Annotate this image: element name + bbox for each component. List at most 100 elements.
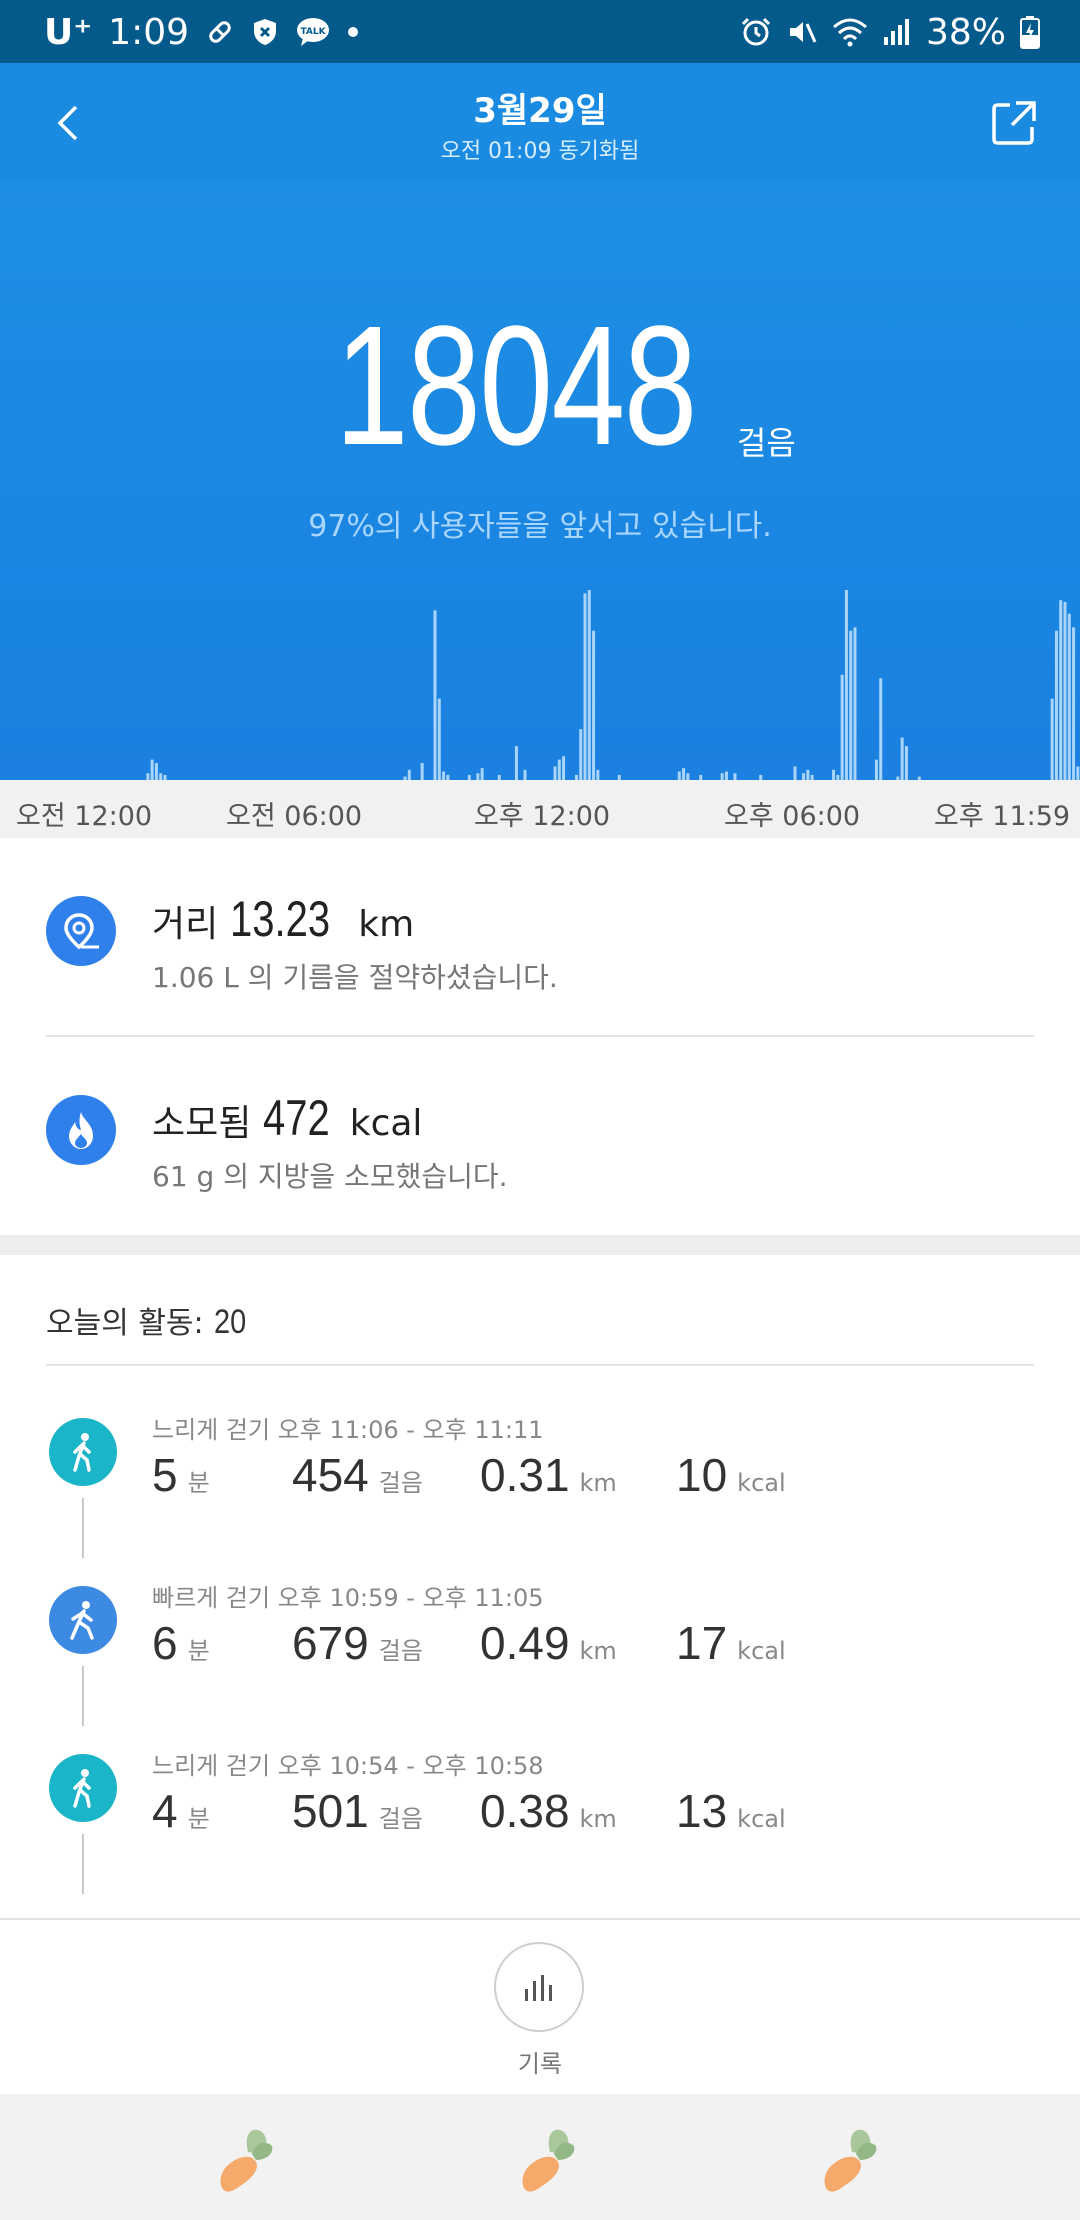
- calories-unit: kcal: [737, 1469, 786, 1497]
- steps-unit: 걸음: [378, 1805, 423, 1833]
- chart-bar: [1072, 627, 1076, 780]
- chart-bar: [557, 759, 561, 780]
- pill-icon: [205, 17, 235, 47]
- carrot-icon[interactable]: [510, 2122, 580, 2202]
- section-gap: [0, 1235, 1080, 1255]
- dot-icon: [347, 26, 359, 38]
- calories-metric[interactable]: 소모됨 472 kcal 61 g 의 지방을 소모했습니다.: [0, 1037, 1080, 1236]
- chart-bar: [154, 763, 158, 780]
- distance-value: 0.31: [480, 1449, 570, 1501]
- duration-value: 6: [152, 1617, 178, 1669]
- calories-unit: kcal: [349, 1103, 423, 1144]
- distance: 0.49 km: [480, 1616, 617, 1670]
- battery-percent: 38%: [925, 11, 1006, 53]
- activity-label: 느리게 걷기 오후 11:06 - 오후 11:11: [152, 1416, 544, 1444]
- alarm-icon: [740, 16, 772, 48]
- signal-icon: [882, 17, 912, 47]
- fuel-saved-text: 1.06 L 의 기름을 절약하셨습니다.: [152, 961, 558, 994]
- activity-values: 5분 454 걸음 0.31 km 10 kcal: [152, 1448, 1052, 1508]
- duration-unit: 분: [187, 1805, 210, 1833]
- chart-bar: [844, 590, 848, 780]
- x-tick-label: 오전 06:00: [226, 801, 363, 832]
- chart-bar: [514, 746, 518, 780]
- calories: 10 kcal: [676, 1448, 786, 1502]
- distance-metric[interactable]: 거리 13.23 km 1.06 L 의 기름을 절약하셨습니다.: [0, 838, 1080, 1037]
- calories-value-line: 소모됨 472 kcal: [152, 1089, 422, 1147]
- share-button[interactable]: [986, 95, 1042, 151]
- distance-unit: km: [579, 1805, 617, 1833]
- chart-bar: [159, 773, 163, 780]
- calories: 17 kcal: [676, 1616, 786, 1670]
- chart-bar: [904, 746, 908, 780]
- chart-bar: [879, 678, 883, 780]
- carrot-icon[interactable]: [812, 2122, 882, 2202]
- duration-value: 5: [152, 1449, 178, 1501]
- carrot-icon[interactable]: [208, 2122, 278, 2202]
- status-bar-left: U⁺ 1:09 TALK: [44, 10, 359, 54]
- distance: 0.38 km: [480, 1784, 617, 1838]
- calories-value: 17: [676, 1617, 728, 1669]
- chart-bar: [476, 773, 480, 780]
- steps-bar-chart: [146, 590, 1080, 780]
- chart-bar: [579, 729, 583, 780]
- x-tick-label: 오후 12:00: [474, 801, 611, 832]
- activity-values: 4분 501 걸음 0.38 km 13 kcal: [152, 1784, 1052, 1844]
- chart-bar: [849, 630, 853, 780]
- activity-item[interactable]: 느리게 걷기 오후 11:06 - 오후 11:11 5분 454 걸음 0.31…: [0, 1398, 1080, 1566]
- chart-bar: [733, 773, 737, 780]
- shield-x-icon: [251, 17, 279, 47]
- distance-value: 13.23: [229, 891, 330, 947]
- chart-bar: [150, 759, 154, 780]
- activity-count: 20: [213, 1303, 246, 1341]
- distance: 0.31 km: [480, 1448, 617, 1502]
- chart-bar: [874, 759, 878, 780]
- steps-unit: 걸음: [736, 424, 796, 462]
- activity-item[interactable]: 빠르게 걷기 오후 10:59 - 오후 11:05 6분 679 걸음 0.49…: [0, 1566, 1080, 1734]
- distance-value: 0.49: [480, 1617, 570, 1669]
- chart-bar: [900, 737, 904, 780]
- chart-bar: [433, 610, 437, 780]
- activity-values: 6분 679 걸음 0.49 km 17 kcal: [152, 1616, 1052, 1676]
- sync-status: 오전 01:09 동기화됨: [440, 139, 640, 164]
- history-button[interactable]: [494, 1942, 584, 2032]
- calories-unit: kcal: [737, 1805, 786, 1833]
- steps-unit: 걸음: [378, 1469, 423, 1497]
- chart-bar: [146, 773, 150, 780]
- steps-value: 454: [292, 1449, 369, 1501]
- chart-bar: [1054, 630, 1058, 780]
- distance-value: 0.38: [480, 1785, 570, 1837]
- chart-bar: [1063, 601, 1067, 780]
- battery-charging-icon: [1020, 15, 1040, 49]
- calories-value: 10: [676, 1449, 728, 1501]
- chart-bar: [523, 769, 527, 780]
- chart-bar: [724, 771, 728, 780]
- calories-value: 472: [262, 1090, 330, 1146]
- chart-bar: [596, 769, 600, 780]
- timeline-connector: [82, 1666, 84, 1726]
- history-label: 기록: [517, 2050, 563, 2078]
- chart-bar: [1076, 766, 1080, 780]
- steps-unit: 걸음: [378, 1637, 423, 1665]
- chart-bar: [832, 769, 836, 780]
- activity-item[interactable]: 느리게 걷기 오후 10:54 - 오후 10:58 4분 501 걸음 0.38…: [0, 1734, 1080, 1902]
- chart-bar: [840, 674, 844, 780]
- calories-unit: kcal: [737, 1637, 786, 1665]
- chart-bar: [1050, 698, 1054, 780]
- fat-burned-text: 61 g 의 지방을 소모했습니다.: [152, 1160, 508, 1193]
- duration: 6분: [152, 1616, 210, 1670]
- bar-chart-icon: [525, 1975, 552, 2001]
- chart-bar: [806, 769, 810, 780]
- chart-time-axis: 오전 12:00 오전 06:00 오후 12:00 오후 06:00 오후 1…: [0, 780, 1080, 838]
- steps: 454 걸음: [292, 1448, 423, 1502]
- steps-value: 679: [292, 1617, 369, 1669]
- fast-walk-icon: [49, 1586, 117, 1654]
- timeline-connector: [82, 1498, 84, 1558]
- timeline-connector: [82, 1834, 84, 1894]
- activity-label: 빠르게 걷기 오후 10:59 - 오후 11:05: [152, 1584, 544, 1612]
- rank-text: 97%의 사용자들을 앞서고 있습니다.: [308, 509, 772, 544]
- activity-label: 느리게 걷기 오후 10:54 - 오후 10:58: [152, 1752, 544, 1780]
- chart-bar: [583, 593, 587, 780]
- duration-unit: 분: [187, 1469, 210, 1497]
- slow-walk-icon: [49, 1754, 117, 1822]
- chart-bar: [686, 773, 690, 780]
